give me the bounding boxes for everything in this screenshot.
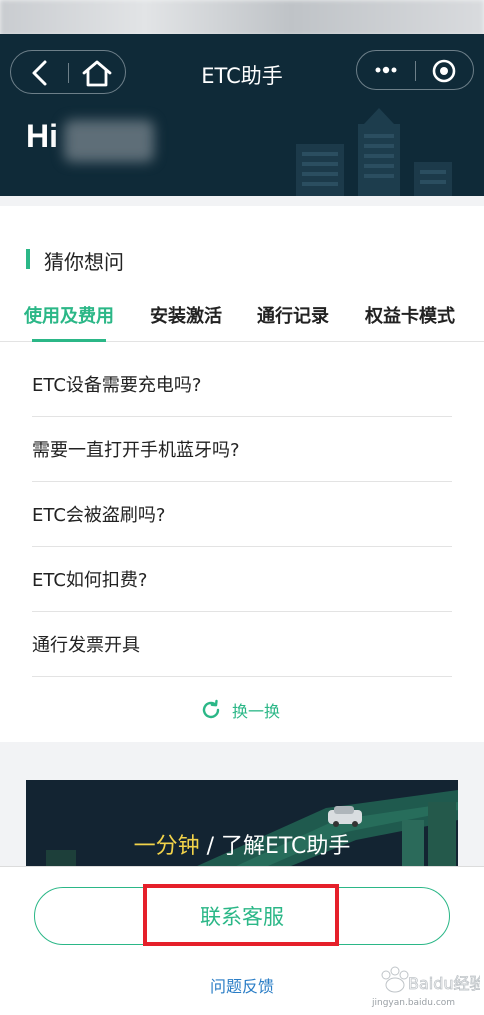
question-list: ETC设备需要充电吗? 需要一直打开手机蓝牙吗? ETC会被盗刷吗? ETC如何… xyxy=(32,352,452,677)
section-title-text: 猜你想问 xyxy=(44,250,124,274)
banner-separator: / xyxy=(199,834,221,859)
target-circle-icon[interactable] xyxy=(431,58,457,84)
status-bar xyxy=(0,0,484,36)
contact-support-label: 联系客服 xyxy=(200,905,284,929)
question-item[interactable]: ETC如何扣费? xyxy=(32,547,452,612)
baidu-jingyan-watermark: Baidu经验 jingyan.baidu.com xyxy=(371,966,480,1008)
user-name-blurred xyxy=(64,120,154,162)
tab-benefit-card[interactable]: 权益卡模式 xyxy=(365,302,455,328)
more-dots-icon[interactable] xyxy=(371,59,401,81)
refresh-button[interactable]: 换一换 xyxy=(200,698,280,722)
page-header: ETC助手 Hi xyxy=(0,34,484,196)
svg-text:jingyan.baidu.com: jingyan.baidu.com xyxy=(371,998,455,1008)
refresh-label: 换一换 xyxy=(232,702,281,721)
capsule-divider xyxy=(415,61,416,81)
svg-text:Baidu经验: Baidu经验 xyxy=(408,974,480,993)
faq-card: 猜你想问 使用及费用 安装激活 通行记录 权益卡模式 ETC设备需要充电吗? 需… xyxy=(0,206,484,742)
faq-tabs: 使用及费用 安装激活 通行记录 权益卡模式 xyxy=(0,296,484,342)
question-item[interactable]: 需要一直打开手机蓝牙吗? xyxy=(32,417,452,482)
banner-text: 了解ETC助手 xyxy=(221,834,351,859)
tab-usage-fees[interactable]: 使用及费用 xyxy=(24,302,114,328)
greeting: Hi xyxy=(26,118,58,154)
building-illustration xyxy=(296,108,452,196)
section-accent-bar xyxy=(26,249,30,269)
question-item[interactable]: ETC会被盗刷吗? xyxy=(32,482,452,547)
bottom-action-bar: 联系客服 问题反馈 Baidu经验 jingyan.baidu.com xyxy=(0,866,484,1015)
tab-install-activate[interactable]: 安装激活 xyxy=(150,302,222,328)
contact-support-button[interactable]: 联系客服 xyxy=(34,887,450,945)
mini-program-capsule xyxy=(356,50,474,90)
banner-caption: 一分钟 / 了解ETC助手 xyxy=(26,828,458,860)
refresh-icon xyxy=(202,699,220,719)
tab-toll-records[interactable]: 通行记录 xyxy=(257,302,329,328)
active-tab-indicator xyxy=(32,339,106,342)
question-item[interactable]: 通行发票开具 xyxy=(32,612,452,677)
question-item[interactable]: ETC设备需要充电吗? xyxy=(32,352,452,417)
intro-banner[interactable]: 一分钟 / 了解ETC助手 xyxy=(26,780,458,880)
banner-highlight: 一分钟 xyxy=(133,834,200,859)
